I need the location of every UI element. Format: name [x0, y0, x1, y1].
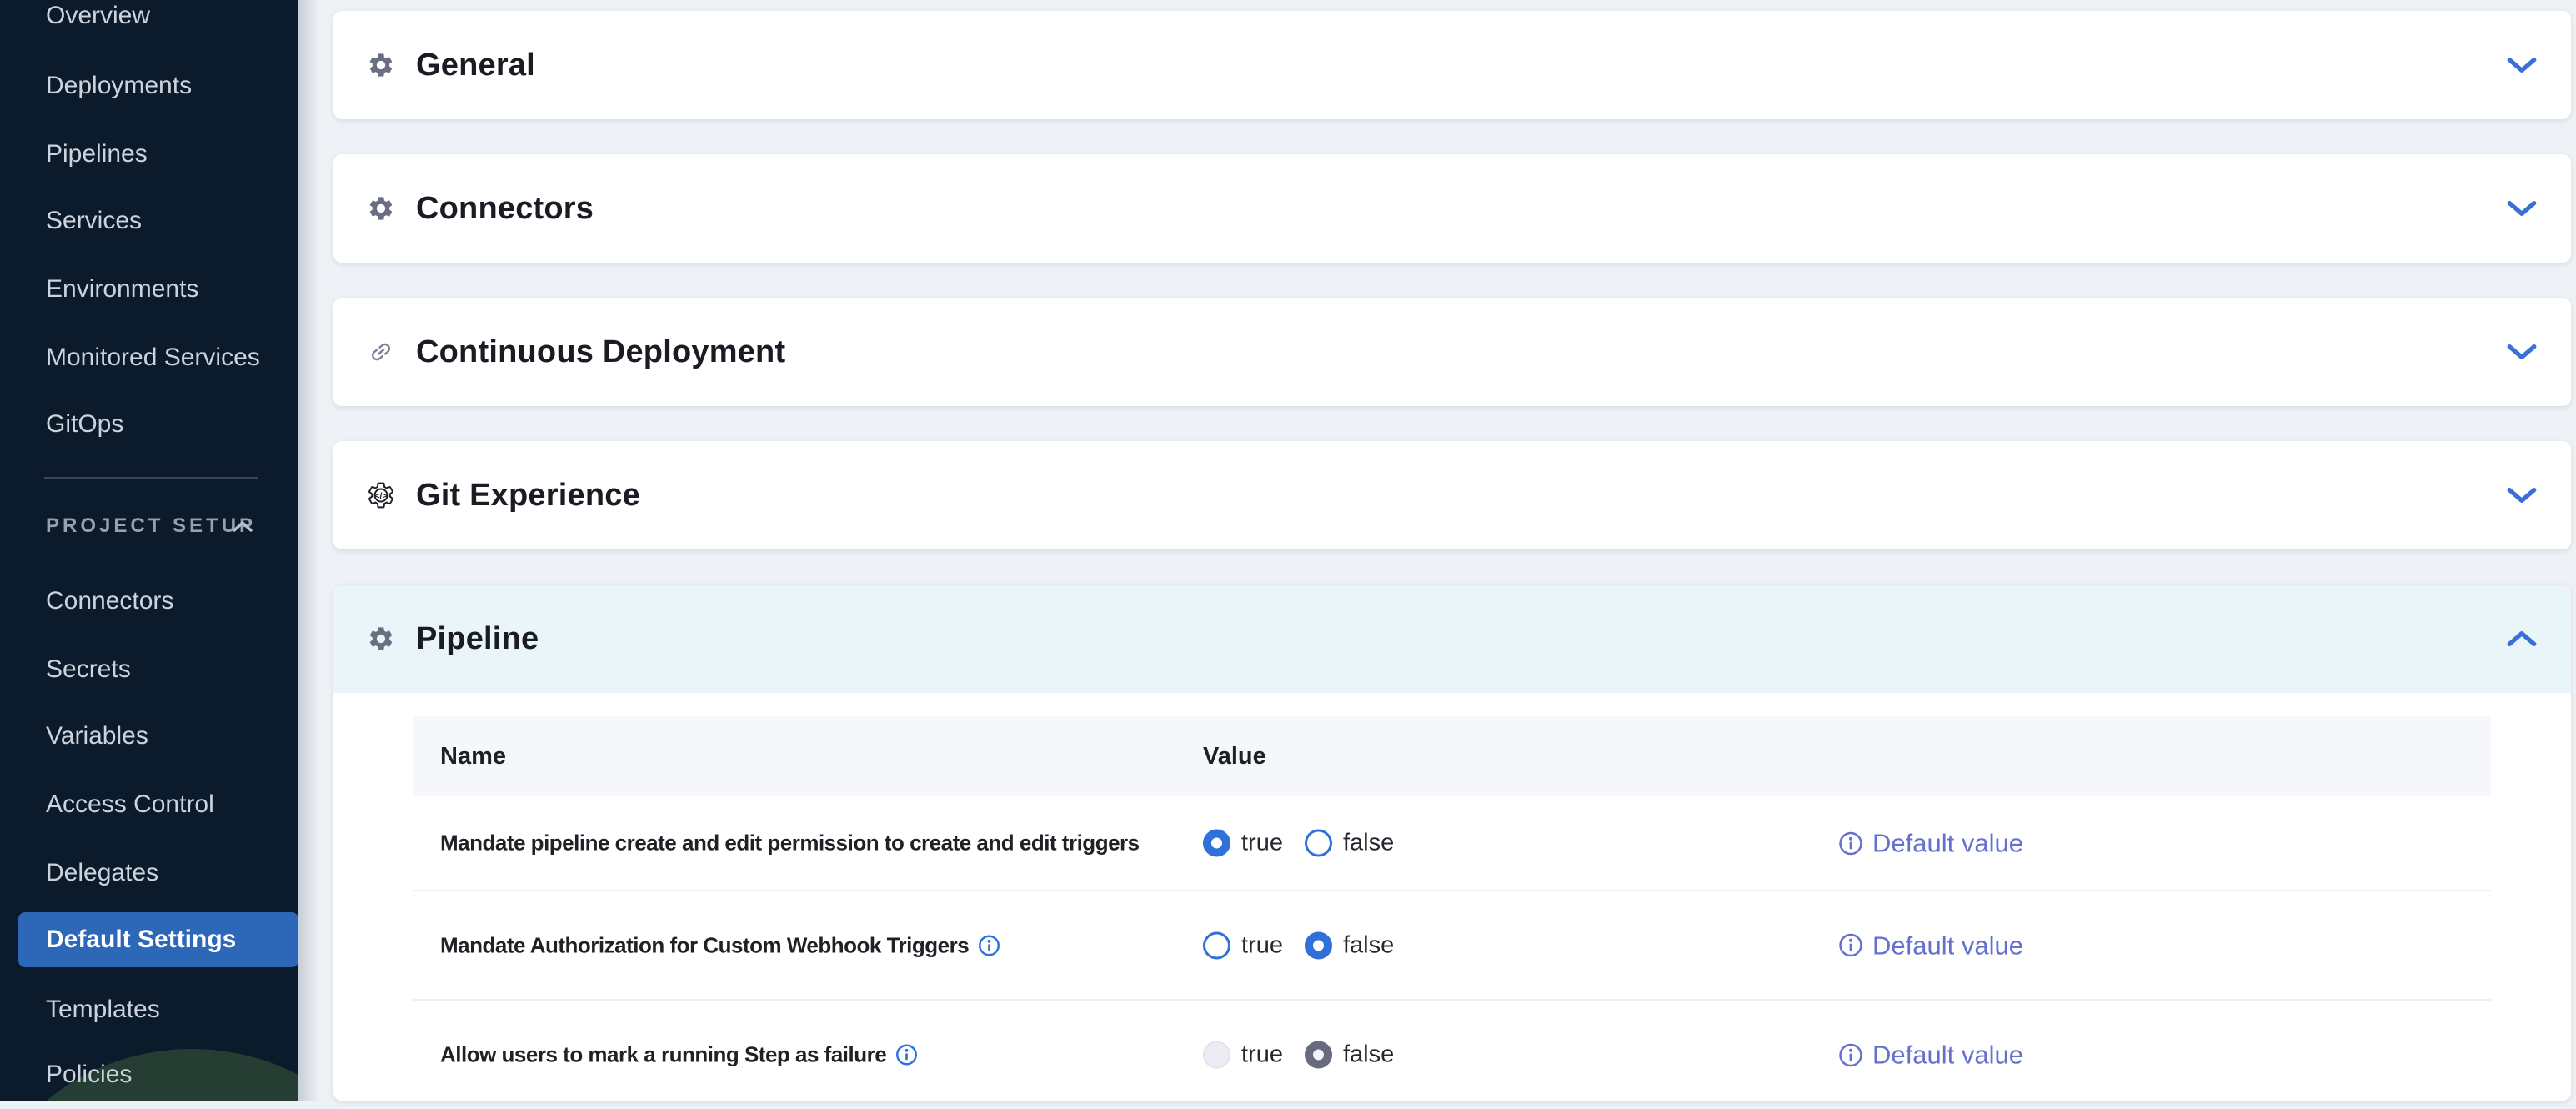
column-header-name: Name	[440, 743, 506, 770]
sidebar-item-monitored-services[interactable]: Monitored Services	[46, 344, 260, 372]
section-header-pipeline[interactable]: Pipeline	[333, 585, 2571, 693]
chevron-down-icon[interactable]	[2506, 55, 2538, 75]
info-icon	[1838, 1042, 1863, 1067]
setting-name: Mandate Authorization for Custom Webhook…	[440, 932, 969, 958]
sidebar-item-environments[interactable]: Environments	[46, 275, 198, 304]
default-value-label: Default value	[1872, 1042, 2023, 1068]
section-card-connectors: Connectors	[333, 154, 2571, 263]
gear-icon	[366, 624, 396, 654]
sidebar-edge-shadow	[298, 0, 320, 1101]
radio-true[interactable]	[1203, 830, 1230, 857]
gear-icon	[366, 193, 396, 223]
radio-false-label: false	[1343, 931, 1394, 959]
sidebar-item-services[interactable]: Services	[46, 207, 142, 235]
radio-false-label: false	[1343, 830, 1394, 857]
gear-code-icon: </>	[366, 480, 396, 510]
sidebar-divider	[44, 477, 258, 479]
sidebar: Overview Deployments Pipelines Services …	[0, 0, 298, 1101]
sidebar-item-overview[interactable]: Overview	[46, 2, 150, 30]
radio-true-label: true	[1241, 830, 1283, 857]
sidebar-item-deployments[interactable]: Deployments	[46, 72, 192, 100]
radio-false	[1305, 1041, 1332, 1069]
radio-group: true false	[1203, 931, 1394, 959]
section-header-continuous-deployment[interactable]: Continuous Deployment	[333, 298, 2571, 406]
project-setup-header[interactable]: PROJECT SETUP	[46, 514, 256, 538]
sidebar-item-variables[interactable]: Variables	[46, 722, 148, 750]
table-row: Allow users to mark a running Step as fa…	[413, 1001, 2491, 1109]
sidebar-item-delegates[interactable]: Delegates	[46, 859, 158, 887]
chevron-up-icon[interactable]	[2506, 629, 2538, 649]
settings-table: Mandate pipeline create and edit permiss…	[413, 796, 2491, 1109]
radio-group: true false	[1203, 1041, 1394, 1069]
sidebar-item-policies[interactable]: Policies	[46, 1061, 132, 1089]
sidebar-item-secrets[interactable]: Secrets	[46, 655, 131, 684]
setting-name: Mandate pipeline create and edit permiss…	[440, 830, 1140, 856]
section-title: Continuous Deployment	[416, 334, 785, 370]
table-row: Mandate pipeline create and edit permiss…	[413, 796, 2491, 891]
radio-false[interactable]	[1305, 931, 1332, 959]
section-title: Git Experience	[416, 478, 640, 514]
default-value-link[interactable]: Default value	[1838, 1042, 2023, 1068]
sidebar-item-connectors[interactable]: Connectors	[46, 587, 173, 615]
table-row: Mandate Authorization for Custom Webhook…	[413, 891, 2491, 1001]
info-icon	[1838, 830, 1863, 856]
column-header-value: Value	[1203, 743, 1266, 770]
radio-true[interactable]	[1203, 931, 1230, 959]
section-card-continuous-deployment: Continuous Deployment	[333, 298, 2571, 406]
chevron-down-icon[interactable]	[2506, 198, 2538, 218]
gear-icon	[366, 50, 396, 80]
setting-name: Allow users to mark a running Step as fa…	[440, 1042, 886, 1068]
sidebar-item-pipelines[interactable]: Pipelines	[46, 140, 148, 168]
chevron-up-icon[interactable]	[232, 519, 253, 533]
sidebar-item-default-settings[interactable]: Default Settings	[46, 926, 236, 954]
section-title: Pipeline	[416, 621, 539, 657]
chevron-down-icon[interactable]	[2506, 342, 2538, 362]
radio-true-label: true	[1241, 1041, 1283, 1069]
section-card-general: General	[333, 11, 2571, 119]
info-icon[interactable]	[978, 934, 1000, 956]
radio-false[interactable]	[1305, 830, 1332, 857]
section-card-pipeline: Pipeline Name Value Mandate pipeline cre…	[333, 585, 2571, 1101]
info-icon[interactable]	[895, 1044, 918, 1066]
section-card-git-experience: </> Git Experience	[333, 441, 2571, 549]
chevron-down-icon[interactable]	[2506, 485, 2538, 505]
default-value-label: Default value	[1872, 932, 2023, 958]
sidebar-item-templates[interactable]: Templates	[46, 996, 160, 1024]
default-value-label: Default value	[1872, 830, 2023, 856]
radio-true-label: true	[1241, 931, 1283, 959]
section-header-git-experience[interactable]: </> Git Experience	[333, 441, 2571, 549]
radio-false-label: false	[1343, 1041, 1394, 1069]
settings-page: General Connectors Continuous Deployment	[298, 0, 2576, 1101]
default-value-link[interactable]: Default value	[1838, 932, 2023, 958]
sidebar-item-access-control[interactable]: Access Control	[46, 790, 214, 819]
radio-true	[1203, 1041, 1230, 1069]
sidebar-decoration	[0, 1049, 298, 1101]
svg-text:</>: </>	[374, 491, 387, 501]
link-icon	[366, 337, 396, 367]
section-header-connectors[interactable]: Connectors	[333, 154, 2571, 263]
default-value-link[interactable]: Default value	[1838, 830, 2023, 856]
section-header-general[interactable]: General	[333, 11, 2571, 119]
sidebar-item-gitops[interactable]: GitOps	[46, 410, 123, 439]
section-title: Connectors	[416, 191, 594, 227]
section-title: General	[416, 48, 535, 83]
radio-group: true false	[1203, 830, 1394, 857]
info-icon	[1838, 933, 1863, 958]
table-header-row: Name Value	[413, 716, 2491, 796]
